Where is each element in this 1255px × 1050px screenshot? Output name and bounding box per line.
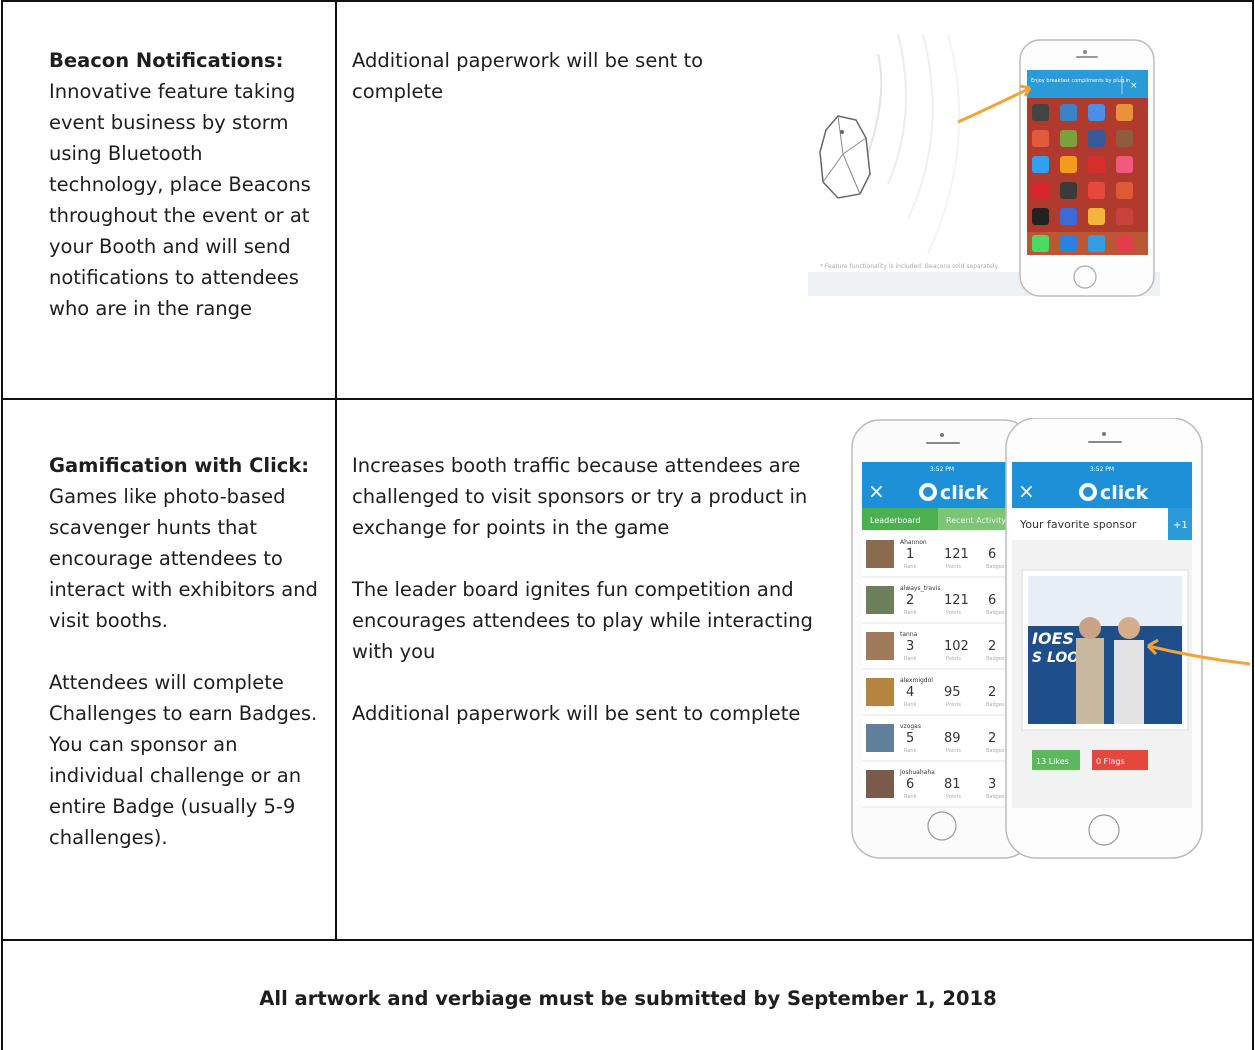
player-name: tanna [900,631,918,638]
likes-button: 13 Likes [1036,757,1069,766]
player-badges: 2 [988,731,996,746]
player-points: 89 [944,731,961,746]
table-border-right [1252,0,1254,1050]
player-name: vzogas [900,723,921,730]
svg-text:3:52 PM: 3:52 PM [930,466,954,473]
badges-label: Badges [986,794,1005,800]
points-label: Points [946,564,961,570]
beacon-device-icon [819,115,871,199]
player-rank: 2 [906,593,914,608]
flags-button: 0 Flags [1096,757,1125,766]
player-name: Joshuahaha [899,769,935,776]
badges-label: Badges [986,610,1005,616]
avatar [866,724,894,752]
badges-label: Badges [986,656,1005,662]
gamification-badges-description: Attendees will complete Challenges to ea… [49,671,318,849]
beacon-feature-description: Innovative feature taking event business… [49,80,311,320]
player-rank: 1 [906,547,914,562]
player-badges: 2 [988,685,996,700]
player-name: Ahannon [900,539,927,546]
badges-label: Badges [986,564,1005,570]
points-label: Points [946,656,961,662]
gamification-detail-3: Additional paperwork will be sent to com… [352,702,801,725]
gamification-detail-1: Increases booth traffic because attendee… [352,454,808,539]
points-label: Points [946,794,961,800]
avatar [866,586,894,614]
player-points: 81 [944,777,961,792]
svg-text:3:52 PM: 3:52 PM [1090,466,1114,473]
beacon-details-cell: Additional paperwork will be sent to com… [352,45,762,107]
photo-banner-text-1: IOES [1032,629,1074,648]
tab-leaderboard: Leaderboard [870,516,921,525]
row-divider-1 [1,398,1254,400]
player-badges: 6 [988,547,996,562]
badges-label: Badges [986,748,1005,754]
row-divider-2 [1,939,1254,941]
svg-text:×: × [1018,479,1035,503]
submission-deadline-note: All artwork and verbiage must be submitt… [259,987,997,1010]
tab-recent-activity: Recent Activity [946,516,1006,525]
player-rank: 3 [906,639,914,654]
player-points: 95 [944,685,961,700]
click-logo-text-right: click [1100,482,1149,504]
points-label: Points [946,610,961,616]
beacon-caption: * Feature functionality is included. Bea… [820,263,999,270]
table-border-top [1,0,1254,2]
player-rank: 6 [906,777,914,792]
player-points: 121 [944,547,969,562]
avatar [866,770,894,798]
player-rank: 4 [906,685,914,700]
points-label: Points [946,748,961,754]
svg-text:×: × [868,479,885,503]
gamification-details-cell: Increases booth traffic because attendee… [352,450,822,729]
player-points: 121 [944,593,969,608]
notification-arrow [957,86,1031,124]
points-label: Points [946,702,961,708]
column-divider [335,0,337,940]
rank-label: Rank [904,564,917,570]
rank-label: Rank [904,748,917,754]
rank-label: Rank [904,702,917,708]
player-points: 102 [944,639,969,654]
player-name: always_travis [900,585,940,592]
avatar [866,540,894,568]
gamification-detail-2: The leader board ignites fun competition… [352,578,813,663]
beacon-phone-illustration: * Feature functionality is included. Bea… [808,34,1160,297]
avatar [866,678,894,706]
table-border-left [1,0,3,1050]
rank-label: Rank [904,794,917,800]
click-app-phones-illustration: 3:52 PM × click Leaderboard Recent Activ… [851,418,1251,859]
player-badges: 2 [988,639,996,654]
svg-text:×: × [1130,81,1138,91]
gamification-feature-title: Gamification with Click: [49,454,310,477]
beacon-feature-cell: Beacon Notifications: Innovative feature… [49,45,319,324]
gamification-feature-cell: Gamification with Click: Games like phot… [49,450,321,853]
beacon-feature-title: Beacon Notifications: [49,49,284,72]
rank-label: Rank [904,656,917,662]
player-badges: 3 [988,777,996,792]
beacon-detail-text: Additional paperwork will be sent to com… [352,49,704,103]
badges-label: Badges [986,702,1005,708]
sponsor-challenge-title: Your favorite sponsor [1019,518,1137,531]
rank-label: Rank [904,610,917,616]
player-rank: 5 [906,731,914,746]
click-logo-text-left: click [940,482,989,504]
beacon-notification-text: Enjoy breakfast compliments by plug.in [1031,78,1130,84]
player-name: alexmigdol [900,677,933,684]
gamification-feature-description: Games like photo-based scavenger hunts t… [49,485,318,632]
avatar [866,632,894,660]
svg-text:+1: +1 [1173,520,1188,531]
player-badges: 6 [988,593,996,608]
